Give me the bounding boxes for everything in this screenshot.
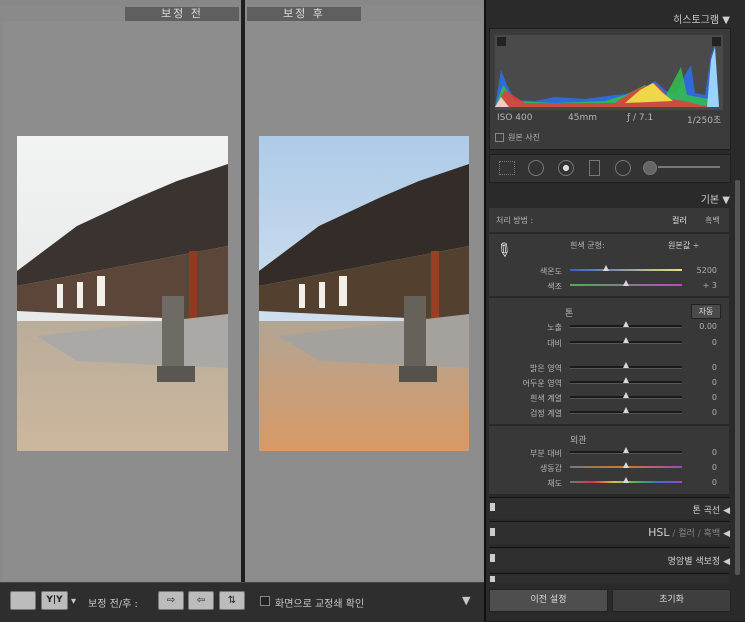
exposure-label: 노출: [547, 323, 562, 332]
shutter-value: 1/250초: [687, 116, 722, 126]
temp-slider[interactable]: [570, 269, 682, 271]
spot-removal-icon[interactable]: [528, 160, 544, 176]
basic-header[interactable]: 기본 ▼: [486, 191, 730, 206]
temp-label: 색온도: [539, 267, 562, 276]
histogram-title: 히스토그램: [673, 15, 720, 26]
hsl-title[interactable]: HSL: [648, 526, 669, 539]
hsl-bw-tab[interactable]: 흑백: [704, 529, 721, 539]
separator: /: [697, 529, 701, 539]
histogram-header[interactable]: 히스토그램 ▼: [486, 11, 730, 26]
shadows-value[interactable]: 0: [677, 378, 717, 387]
clarity-label: 부분 대비: [530, 449, 562, 458]
treatment-bw-option[interactable]: 흑백: [705, 215, 720, 226]
contrast-label: 대비: [547, 339, 562, 348]
collapse-icon: ▼: [722, 195, 730, 206]
shadows-label: 어두운 영역: [522, 379, 562, 388]
tint-value[interactable]: + 3: [677, 281, 717, 290]
radial-filter-icon[interactable]: [615, 160, 631, 176]
clarity-slider-thumb[interactable]: [623, 447, 629, 453]
shadows-slider-thumb[interactable]: [623, 377, 629, 383]
highlights-value[interactable]: 0: [677, 363, 717, 372]
contrast-value[interactable]: 0: [677, 338, 717, 347]
saturation-value[interactable]: 0: [677, 478, 717, 487]
view-mode-button[interactable]: [10, 591, 36, 610]
soft-proof-label: 화면으로 교정쇄 확인: [275, 599, 365, 610]
split-toning-header[interactable]: 명암별 색보정 ◀: [486, 554, 730, 567]
temp-slider-thumb[interactable]: [603, 265, 609, 271]
temp-value[interactable]: 5200: [677, 266, 717, 275]
toolbar-menu-icon[interactable]: ▼: [462, 594, 470, 607]
swap-button[interactable]: ⇅: [219, 591, 245, 610]
tool-strip: [489, 154, 731, 183]
previous-settings-button[interactable]: 이전 설정: [489, 589, 608, 612]
tint-label: 색조: [547, 282, 562, 291]
contrast-slider-thumb[interactable]: [623, 337, 629, 343]
highlights-label: 밝은 영역: [530, 364, 562, 373]
after-title: 보정 후: [247, 7, 361, 21]
tint-slider-thumb[interactable]: [623, 280, 629, 286]
brush-icon[interactable]: [643, 161, 657, 175]
before-title: 보정 전: [125, 7, 239, 21]
compare-label: 보정 전/후 :: [88, 599, 138, 610]
treatment-label: 처리 방법 :: [496, 216, 534, 225]
vibrance-label: 생동감: [539, 464, 562, 473]
whites-label: 흰색 계열: [530, 394, 562, 403]
wb-label: 흰색 균형:: [570, 241, 605, 250]
collapse-icon: ▼: [722, 15, 730, 26]
soft-proof-checkbox[interactable]: [260, 596, 270, 606]
original-photo-checkbox[interactable]: [495, 133, 504, 142]
auto-tone-button[interactable]: 자동: [691, 304, 721, 319]
highlights-slider-thumb[interactable]: [623, 362, 629, 368]
graduated-filter-icon[interactable]: [589, 160, 600, 176]
tone-curve-header[interactable]: 톤 곡선 ◀: [486, 503, 731, 516]
wb-select[interactable]: 원본값 ÷: [668, 240, 699, 251]
histogram-graph: [495, 35, 723, 110]
panel-end: [489, 573, 729, 583]
separator: /: [672, 529, 676, 539]
vibrance-value[interactable]: 0: [677, 463, 717, 472]
hsl-header[interactable]: HSL / 컬러 / 흑백 ◀: [486, 526, 730, 539]
brush-size-slider[interactable]: [658, 166, 720, 168]
after-photo: [259, 136, 469, 451]
aperture-value: ƒ / 7.1: [627, 113, 654, 123]
crop-icon[interactable]: [499, 161, 515, 175]
saturation-label: 채도: [547, 479, 562, 488]
expand-icon: ◀: [723, 506, 730, 516]
blacks-slider-thumb[interactable]: [623, 407, 629, 413]
before-after-yy-button[interactable]: Y|Y: [41, 591, 68, 610]
before-photo: [17, 136, 228, 451]
original-photo-label: 원본 사진: [508, 133, 540, 142]
copy-after-to-before-button[interactable]: ⇦: [188, 591, 214, 610]
hsl-color-tab[interactable]: 컬러: [678, 529, 695, 539]
whites-slider-thumb[interactable]: [623, 392, 629, 398]
tone-title: 톤: [565, 309, 574, 319]
vibrance-slider-thumb[interactable]: [623, 462, 629, 468]
exposure-value[interactable]: 0.00: [677, 322, 717, 331]
focal-length-value: 45mm: [568, 113, 597, 123]
red-eye-icon[interactable]: [558, 160, 574, 176]
exposure-slider-thumb[interactable]: [623, 321, 629, 327]
split-toning-title: 명암별 색보정: [667, 557, 721, 567]
expand-icon: ◀: [723, 557, 730, 567]
reset-button[interactable]: 초기화: [612, 589, 731, 612]
whites-value[interactable]: 0: [677, 393, 717, 402]
chevron-down-icon[interactable]: ▾: [71, 596, 76, 607]
saturation-slider-thumb[interactable]: [623, 477, 629, 483]
clarity-value[interactable]: 0: [677, 448, 717, 457]
basic-title: 기본: [700, 195, 720, 206]
treatment-color-option[interactable]: 컬러: [672, 215, 687, 226]
panel-toggle-icon[interactable]: [490, 576, 495, 582]
iso-value: ISO 400: [497, 113, 533, 123]
tone-curve-title: 톤 곡선: [692, 506, 721, 516]
blacks-label: 검정 계열: [530, 409, 562, 418]
copy-before-to-after-button[interactable]: ⇨: [158, 591, 184, 610]
presence-title: 외관: [570, 436, 587, 446]
blacks-value[interactable]: 0: [677, 408, 717, 417]
expand-icon: ◀: [723, 529, 730, 539]
panel-scrollbar[interactable]: [735, 180, 740, 575]
